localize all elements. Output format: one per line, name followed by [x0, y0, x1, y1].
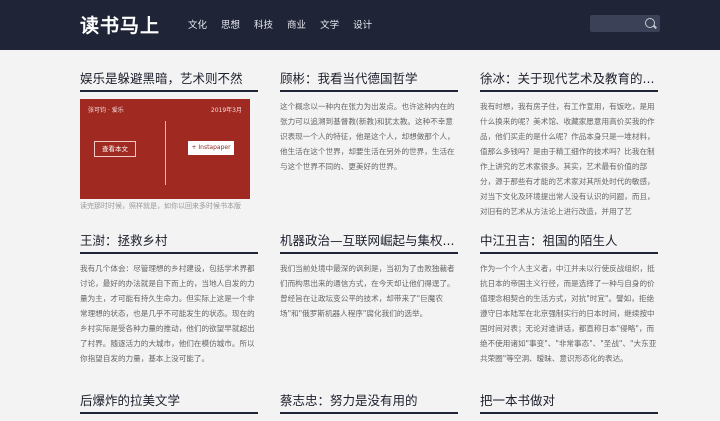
- article-excerpt: 这个概念以一种内在张力为出发点。也许这种内在的张力可以追溯到基督教(新教)和犹太…: [280, 102, 455, 171]
- article-card: 后爆炸的拉美文学: [80, 390, 258, 421]
- search-input[interactable]: [590, 15, 652, 32]
- nav-item-culture[interactable]: 文化: [188, 17, 207, 31]
- article-title[interactable]: 后爆炸的拉美文学: [80, 390, 258, 414]
- thumb-author: 张可钧 · 爱乐: [88, 107, 124, 114]
- article-title[interactable]: 把一本书做对: [480, 390, 658, 414]
- main-nav: 文化 思想 科技 商业 文学 设计: [188, 17, 372, 31]
- article-card: 中江丑吉：祖国的陌生人 作为一个个人主义者，中江并未以行使反战组织，抵抗日本的帝…: [480, 230, 658, 411]
- nav-item-business[interactable]: 商业: [287, 17, 306, 31]
- read-article-button[interactable]: 查看本文: [94, 141, 136, 157]
- article-card: 把一本书做对: [480, 390, 658, 421]
- article-card: 机器政治—互联网崛起与集权... 我们当前处境中最深的讽刺是，当初为了击败独裁者…: [280, 230, 458, 411]
- site-logo[interactable]: 读书马上: [80, 11, 160, 38]
- article-card: 蔡志忠：努力是没有用的: [280, 390, 458, 421]
- article-title[interactable]: 蔡志忠：努力是没有用的: [280, 390, 458, 414]
- article-title[interactable]: 娱乐是躲避黑暗，艺术则不然: [80, 68, 258, 92]
- article-excerpt: 我们当前处境中最深的讽刺是，当初为了击败独裁者们而构思出来的通信方式，在今天却让…: [280, 264, 455, 318]
- search-box: [590, 15, 660, 32]
- nav-item-tech[interactable]: 科技: [254, 17, 273, 31]
- nav-item-design[interactable]: 设计: [353, 17, 372, 31]
- article-excerpt: 作为一个个人主义者，中江并未以行使反战组织，抵抗日本的帝国主义行径，而是选择了一…: [480, 264, 657, 363]
- article-card: 顾彬：我看当代德国哲学 这个概念以一种内在张力为出发点。也许这种内在的张力可以追…: [280, 68, 458, 249]
- thumb-overflow-text: 读完那时时候，照样就是，如你以回来多时候书本版: [80, 202, 241, 210]
- article-card: 娱乐是躲避黑暗，艺术则不然 张可钧 · 爱乐 2019年3月 查看本文 + In…: [80, 68, 258, 211]
- article-excerpt: 我有时想，我有房子住，有工作宣用，有饭吃，是用什么换来的呢？美术馆、收藏家愿意用…: [480, 102, 655, 216]
- article-title[interactable]: 顾彬：我看当代德国哲学: [280, 68, 458, 92]
- article-excerpt: 我有几个体会：尽管理想的乡村建设，包括学术界都讨论，最好的办法就是自下而上的，当…: [80, 264, 255, 363]
- article-title[interactable]: 中江丑吉：祖国的陌生人: [480, 230, 658, 254]
- nav-item-literature[interactable]: 文学: [320, 17, 339, 31]
- article-card: 徐冰：关于现代艺术及教育的... 我有时想，我有房子住，有工作宣用，有饭吃，是用…: [480, 68, 658, 249]
- search-icon[interactable]: [645, 18, 655, 28]
- article-title[interactable]: 徐冰：关于现代艺术及教育的...: [480, 68, 658, 92]
- article-thumbnail: 张可钧 · 爱乐 2019年3月 查看本文 + Instapaper: [80, 99, 250, 199]
- nav-item-thought[interactable]: 思想: [221, 17, 240, 31]
- instapaper-button[interactable]: + Instapaper: [188, 141, 234, 155]
- article-title[interactable]: 机器政治—互联网崛起与集权...: [280, 230, 458, 254]
- article-card: 王澍：拯救乡村 我有几个体会：尽管理想的乡村建设，包括学术界都讨论，最好的办法就…: [80, 230, 258, 411]
- top-navigation-bar: 读书马上 文化 思想 科技 商业 文学 设计: [0, 0, 720, 50]
- thumb-date: 2019年3月: [210, 107, 242, 114]
- article-title[interactable]: 王澍：拯救乡村: [80, 230, 258, 254]
- thumb-divider: [165, 121, 166, 185]
